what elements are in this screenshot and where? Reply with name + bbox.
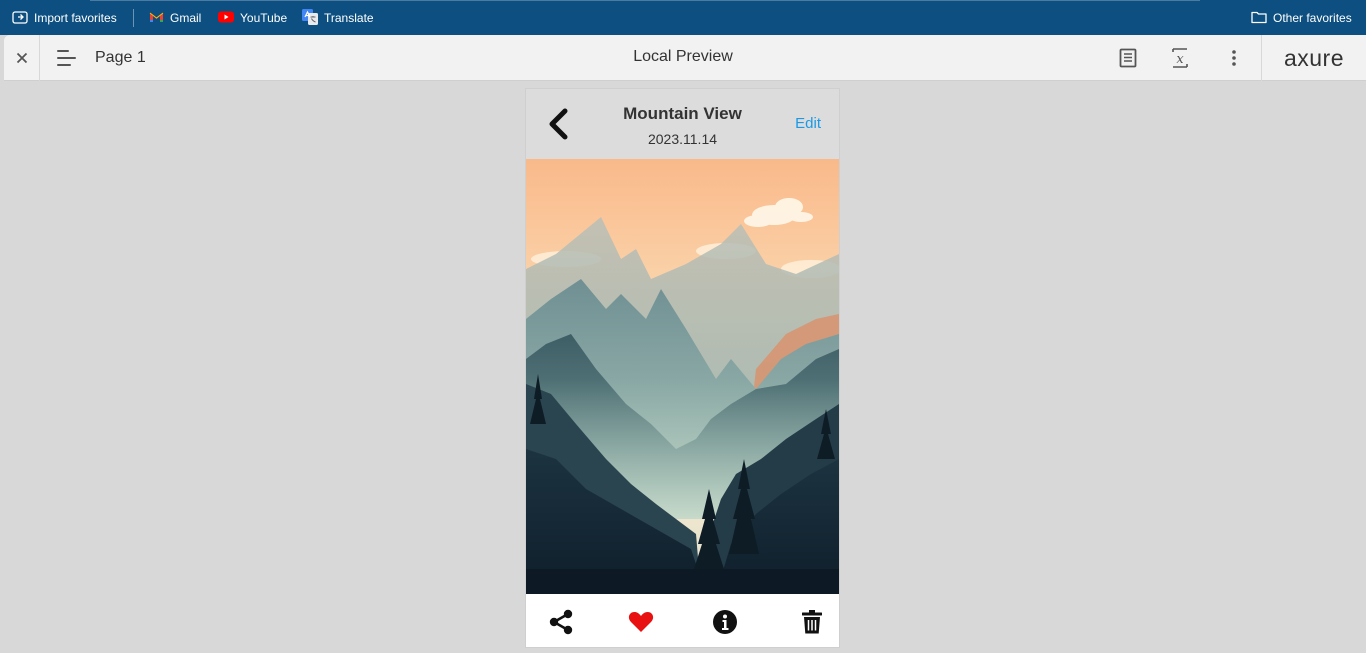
import-favorites-link[interactable]: Import favorites bbox=[12, 9, 117, 27]
variables-button[interactable]: x bbox=[1167, 45, 1193, 71]
translate-label: Translate bbox=[324, 11, 374, 25]
edit-link[interactable]: Edit bbox=[795, 115, 821, 132]
svg-text:x: x bbox=[1176, 52, 1184, 67]
other-favorites-folder[interactable]: Other favorites bbox=[1251, 9, 1352, 27]
info-button[interactable] bbox=[711, 608, 739, 636]
more-options-button[interactable] bbox=[1221, 45, 1247, 71]
mountain-image bbox=[526, 159, 839, 594]
info-icon bbox=[713, 610, 737, 634]
import-favorites-label: Import favorites bbox=[34, 11, 117, 25]
share-button[interactable] bbox=[547, 608, 575, 636]
variables-icon: x bbox=[1172, 48, 1188, 68]
phone-prototype: Mountain View 2023.11.14 Edit bbox=[525, 88, 840, 648]
youtube-icon bbox=[218, 11, 234, 26]
notes-icon bbox=[1119, 48, 1137, 68]
favorites-bar: Import favorites Gmail YouTube Translate… bbox=[0, 0, 1366, 35]
axure-logo-area[interactable]: axure bbox=[1261, 35, 1366, 81]
heart-icon bbox=[628, 612, 654, 632]
folder-icon bbox=[1251, 10, 1267, 27]
axure-toolbar: Page 1 Local Preview x axure bbox=[4, 35, 1366, 81]
gmail-label: Gmail bbox=[170, 11, 202, 25]
photo-date: 2023.11.14 bbox=[647, 131, 718, 147]
share-icon bbox=[549, 609, 573, 635]
more-vertical-icon bbox=[1232, 50, 1236, 66]
favorites-divider bbox=[133, 9, 134, 27]
photo-header: Mountain View 2023.11.14 Edit bbox=[526, 89, 839, 159]
photo-title: Mountain View bbox=[623, 104, 742, 123]
favorite-youtube[interactable]: YouTube bbox=[218, 9, 287, 27]
delete-button[interactable] bbox=[798, 608, 826, 636]
trash-icon bbox=[802, 610, 822, 634]
page-title: Local Preview bbox=[633, 48, 733, 65]
photo-action-bar bbox=[526, 594, 839, 647]
other-favorites-label: Other favorites bbox=[1273, 11, 1352, 25]
favorite-gmail[interactable]: Gmail bbox=[149, 9, 201, 27]
translate-icon bbox=[302, 8, 318, 28]
favorite-button[interactable] bbox=[627, 608, 655, 636]
axure-logo: axure bbox=[1283, 44, 1345, 71]
favorite-translate[interactable]: Translate bbox=[302, 8, 374, 28]
import-favorites-icon bbox=[12, 10, 28, 27]
notes-button[interactable] bbox=[1115, 45, 1141, 71]
youtube-label: YouTube bbox=[240, 11, 288, 25]
gmail-icon bbox=[149, 11, 164, 26]
